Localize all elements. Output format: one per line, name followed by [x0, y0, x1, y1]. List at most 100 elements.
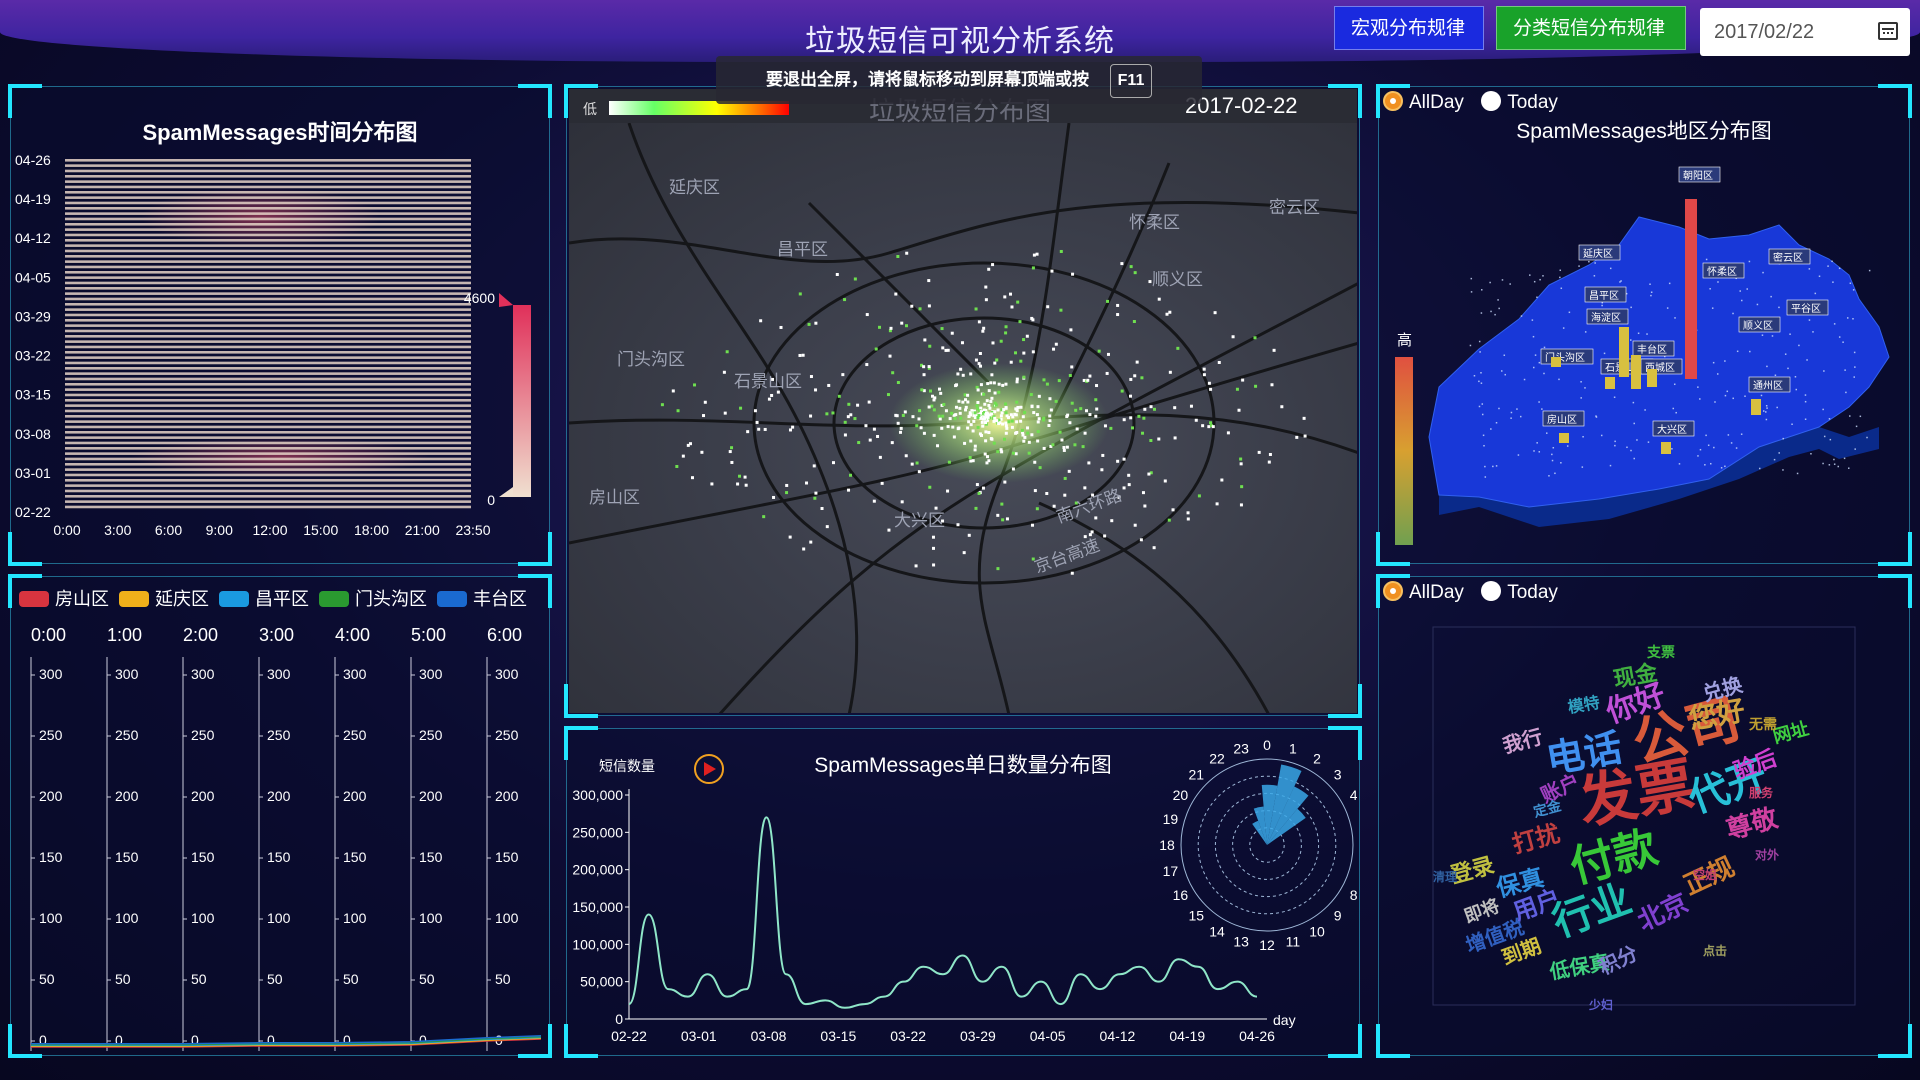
road: [627, 123, 859, 713]
spam-point: [1042, 446, 1046, 450]
spam-point: [1079, 407, 1083, 411]
spam-point: [1006, 415, 1010, 419]
date-picker-input[interactable]: 2017/02/22: [1700, 8, 1910, 56]
axis-tick-label: 250: [495, 727, 519, 743]
spam-point: [730, 446, 734, 450]
spam-point: [953, 417, 957, 421]
heat-row: [65, 489, 471, 493]
region-speck: [1782, 469, 1784, 471]
axis-tick-label: 100: [343, 910, 367, 926]
spam-point: [1226, 431, 1230, 435]
polar-hour-label: 20: [1173, 787, 1189, 803]
spam-point: [809, 414, 813, 418]
x-tick-label: 12:00: [252, 522, 287, 538]
spam-point: [987, 430, 991, 434]
region-speck: [1490, 428, 1492, 430]
spam-point: [954, 413, 958, 417]
spam-point: [1019, 419, 1023, 423]
spam-point: [1016, 300, 1020, 304]
spam-point: [917, 470, 921, 474]
heat-row: [65, 233, 471, 237]
spam-point: [1241, 378, 1245, 382]
spam-point: [989, 399, 993, 403]
region-speck: [1833, 323, 1836, 325]
region-speck: [1609, 267, 1612, 270]
spam-point: [1088, 374, 1092, 378]
spam-point: [1004, 424, 1008, 428]
region-speck: [1632, 401, 1635, 404]
x-tick-label: 23:50: [455, 522, 490, 538]
region-speck: [1536, 442, 1538, 444]
region-speck: [1469, 344, 1472, 347]
region-speck: [1736, 350, 1739, 353]
spam-point: [891, 371, 895, 375]
spam-point: [1062, 448, 1066, 452]
cloud-word: 对外: [1755, 847, 1779, 862]
spam-point: [853, 277, 857, 281]
spam-point: [848, 473, 852, 477]
spam-point: [1295, 435, 1299, 439]
spam-point: [1004, 411, 1008, 415]
spam-point: [813, 496, 817, 500]
spam-point: [964, 405, 968, 409]
spam-point: [920, 388, 924, 392]
district-label: 京台高速: [1032, 536, 1102, 577]
city-map[interactable]: 延庆区 昌平区 怀柔区 密云区 顺义区 门头沟区 石景山区 房山区 大兴区 南六环路 京台高速: [569, 123, 1357, 713]
heat-row: [65, 313, 471, 317]
region-3d-map[interactable]: 高朝阳区延庆区怀柔区密云区昌平区平谷区海淀区顺义区门头沟区丰台区石景山区西城区通…: [1379, 87, 1907, 561]
district-label: 石景山区: [734, 372, 802, 391]
axis-tick-label: 250: [39, 727, 63, 743]
heat-row: [65, 297, 471, 301]
region-speck: [1773, 458, 1776, 461]
spam-point: [932, 398, 936, 402]
scale-min-label: 0: [487, 492, 495, 508]
region-speck: [1554, 472, 1556, 475]
region-speck: [1704, 464, 1706, 466]
calendar-icon[interactable]: [1878, 22, 1898, 40]
region-speck: [1559, 276, 1561, 279]
region-speck: [1838, 267, 1841, 270]
spam-point: [843, 433, 847, 437]
spam-point: [1036, 420, 1040, 424]
region-speck: [1798, 344, 1800, 347]
region-speck: [1765, 405, 1768, 407]
spam-point: [788, 428, 792, 432]
f11-key: F11: [1110, 64, 1152, 98]
region-speck: [1539, 278, 1541, 281]
spam-point: [961, 373, 965, 377]
region-speck: [1774, 374, 1777, 377]
spam-point: [1231, 335, 1235, 339]
legend-low-label: 低: [583, 101, 597, 117]
spam-point: [1060, 438, 1064, 442]
axis-tick-label: 300: [267, 666, 291, 682]
region-speck: [1630, 339, 1632, 341]
region-speck: [1595, 415, 1597, 417]
category-distribution-button[interactable]: 分类短信分布规律: [1496, 6, 1686, 50]
region-speck: [1674, 317, 1676, 319]
macro-distribution-button[interactable]: 宏观分布规律: [1334, 6, 1484, 50]
play-icon[interactable]: [694, 754, 724, 784]
spam-point: [1157, 297, 1161, 301]
region-speck: [1732, 397, 1734, 400]
axis-tick-label: 100: [191, 910, 215, 926]
heat-row: [65, 191, 471, 194]
spam-point: [898, 430, 902, 434]
spam-point: [1133, 271, 1137, 275]
heat-row: [65, 217, 471, 221]
spam-point: [1000, 411, 1004, 415]
region-speck: [1724, 360, 1726, 362]
spam-point: [864, 424, 868, 428]
spam-point: [956, 372, 960, 376]
spam-point: [1062, 446, 1066, 450]
heat-row: [65, 260, 471, 263]
spam-point: [1213, 311, 1217, 315]
heat-row: [65, 335, 471, 338]
spam-point: [993, 416, 997, 420]
spam-point: [982, 326, 986, 330]
spam-point: [1133, 374, 1137, 378]
polar-hour-label: 0: [1263, 737, 1271, 753]
axis-tick-label: 150: [495, 849, 519, 865]
cloud-word: 积分: [1595, 942, 1641, 980]
spam-point: [928, 485, 932, 489]
spam-point: [1129, 416, 1133, 420]
